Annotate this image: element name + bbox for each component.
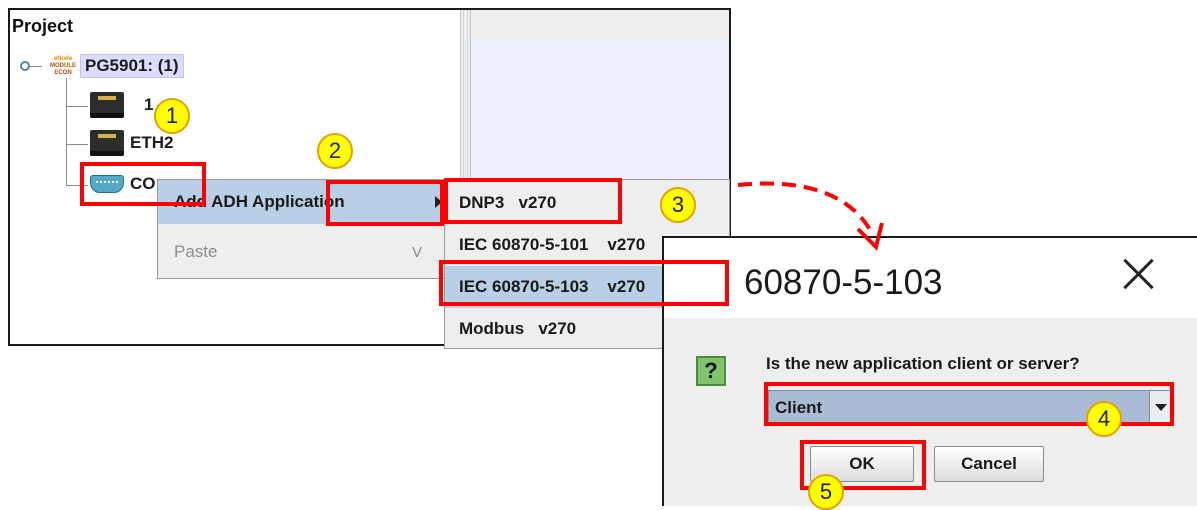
tree-connector — [66, 78, 67, 186]
tree-node-root-label: PG5901: (1) — [80, 54, 184, 78]
tree-node-root[interactable]: eNode MODULE ECON PG5901: (1) — [20, 54, 184, 78]
dialog-message: Is the new application client or server? — [766, 354, 1080, 373]
econ-icon-line: MODULE — [50, 62, 76, 69]
project-tree-pane: Project eNode MODULE ECON PG5901: (1) 1 — [10, 10, 460, 344]
step-marker-4: 4 — [1086, 401, 1122, 437]
tree-node-eth2-label: ETH2 — [130, 133, 174, 152]
tree-node-eth1[interactable]: 1 — [90, 92, 153, 118]
step-marker-3: 3 — [660, 187, 696, 223]
detail-pane-header — [471, 10, 729, 41]
step-marker-5: 5 — [808, 474, 844, 510]
project-tree-title: Project — [12, 16, 74, 36]
dialog-title: 60870-5-103 — [744, 263, 943, 302]
highlight-dnp3 — [444, 178, 622, 224]
econ-device-icon: eNode MODULE ECON — [50, 55, 76, 77]
submenu-item-label: IEC 60870-5-101 v270 — [459, 235, 646, 254]
highlight-add-adh-application — [326, 180, 444, 226]
dashed-arrow-icon — [737, 181, 884, 251]
step-marker-1: 1 — [154, 98, 190, 134]
menu-item-shortcut: V — [411, 243, 422, 261]
menu-item-label: Paste — [174, 242, 218, 261]
menu-item-paste[interactable]: Paste V — [158, 230, 450, 274]
detail-pane-body — [471, 40, 729, 180]
econ-icon-line: eNode — [53, 55, 73, 62]
tree-node-eth2[interactable]: ETH2 — [90, 130, 173, 156]
tree-node-eth1-label: 1 — [144, 95, 154, 114]
new-application-dialog: 60870-5-103 ? Is the new application cli… — [662, 236, 1197, 506]
econ-icon-line: ECON — [54, 69, 72, 76]
ethernet-port-icon — [90, 92, 124, 118]
expand-toggle-icon[interactable] — [20, 61, 30, 71]
close-icon[interactable] — [1119, 254, 1159, 294]
highlight-com1 — [80, 162, 206, 206]
tree-connector — [66, 144, 88, 145]
step-marker-2: 2 — [317, 133, 353, 169]
submenu-item-label: Modbus v270 — [459, 319, 577, 338]
highlight-iec-103 — [439, 260, 729, 306]
ethernet-port-icon — [90, 130, 124, 156]
cancel-button[interactable]: Cancel — [934, 446, 1044, 482]
question-icon: ? — [696, 356, 726, 386]
tree-connector — [66, 106, 88, 107]
